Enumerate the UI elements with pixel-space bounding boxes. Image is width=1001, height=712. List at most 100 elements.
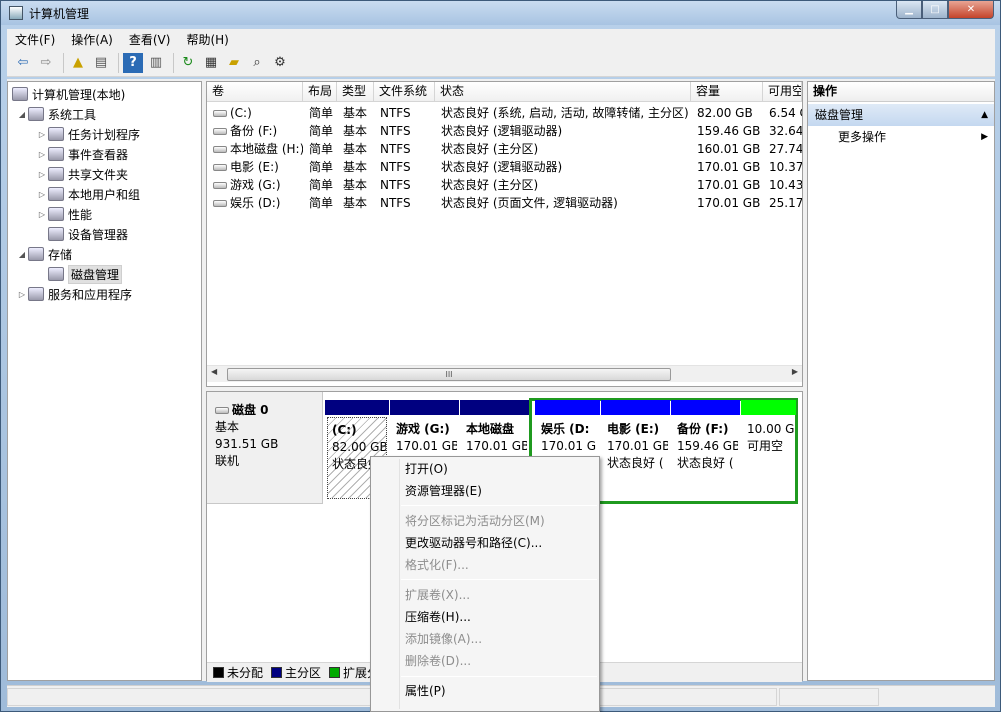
forward-arrow-icon[interactable]: ⇨ — [36, 53, 56, 73]
up-folder-icon[interactable]: ▲ — [68, 53, 88, 73]
drive-icon — [213, 182, 227, 189]
menu-item-change-letter[interactable]: 更改驱动器号和路径(C)... — [405, 532, 542, 554]
navigation-tree: 计算机管理(本地) ◢ 系统工具 ▷ 任务计划程序 ▷ 事件查看器 ▷ 共享文件… — [7, 81, 202, 681]
partition-e[interactable]: 电影 (E:) 170.01 GB 状态良好 ( — [601, 400, 670, 504]
disk-type: 基本 — [215, 420, 240, 434]
collapsed-arrow-icon[interactable]: ▷ — [36, 170, 48, 179]
actions-disk-management[interactable]: 磁盘管理 ▲ — [808, 104, 994, 126]
collapse-up-icon[interactable]: ▲ — [981, 104, 988, 126]
tree-item-performance[interactable]: ▷ 性能 — [36, 204, 92, 224]
tools-icon — [28, 107, 44, 121]
column-header-type[interactable]: 类型 — [337, 82, 374, 102]
menu-item-properties[interactable]: 属性(P) — [405, 680, 446, 702]
actions-header: 操作 — [808, 82, 994, 102]
close-button[interactable]: ✕ — [948, 1, 994, 19]
scrollbar-thumb[interactable]: III — [227, 368, 671, 381]
help-icon[interactable]: ? — [123, 52, 143, 73]
menu-file[interactable]: 文件(F) — [7, 31, 63, 48]
menu-item-mark-active[interactable]: 将分区标记为活动分区(M) — [405, 510, 545, 532]
partition-bar — [390, 400, 459, 415]
disk-0-info[interactable]: 磁盘 0 基本 931.51 GB 联机 — [207, 392, 323, 504]
menu-item-shrink[interactable]: 压缩卷(H)... — [405, 606, 471, 628]
table-row[interactable]: 备份 (F:) 简单 基本 NTFS 状态良好 (逻辑驱动器) 159.46 G… — [207, 122, 802, 140]
scroll-left-icon[interactable]: ◀ — [211, 367, 217, 376]
scroll-right-icon[interactable]: ▶ — [792, 367, 798, 376]
menu-help[interactable]: 帮助(H) — [178, 31, 236, 48]
extended-swatch — [329, 667, 341, 678]
window-title: 计算机管理 — [29, 7, 90, 21]
partition-bar — [671, 400, 740, 415]
table-row[interactable]: 游戏 (G:) 简单 基本 NTFS 状态良好 (主分区) 170.01 GB … — [207, 176, 802, 194]
search-icon[interactable]: ⌕ — [247, 53, 267, 73]
services-icon — [28, 287, 44, 301]
horizontal-scrollbar[interactable]: ◀ III ▶ — [207, 365, 802, 382]
tree-item-services-apps[interactable]: ▷ 服务和应用程序 — [16, 284, 132, 304]
tree-item-local-users[interactable]: ▷ 本地用户和组 — [36, 184, 140, 204]
tree-item-shared-folders[interactable]: ▷ 共享文件夹 — [36, 164, 128, 184]
tree-item-disk-management[interactable]: 磁盘管理 — [48, 264, 123, 284]
tree-item-storage[interactable]: ◢ 存储 — [16, 244, 72, 264]
more-actions[interactable]: 更多操作 ▶ — [808, 126, 994, 148]
column-header-filesystem[interactable]: 文件系统 — [374, 82, 435, 102]
menu-action[interactable]: 操作(A) — [63, 31, 121, 48]
menu-item-extend[interactable]: 扩展卷(X)... — [405, 584, 470, 606]
tree-item-system-tools[interactable]: ◢ 系统工具 — [16, 104, 96, 124]
drive-icon — [213, 200, 227, 207]
disk-size: 931.51 GB — [215, 437, 279, 451]
tree-item-root[interactable]: 计算机管理(本地) — [12, 84, 125, 104]
drive-icon — [213, 110, 227, 117]
show-action-pane-icon[interactable]: ▥ — [146, 53, 166, 73]
collapsed-arrow-icon[interactable]: ▷ — [36, 190, 48, 199]
column-header-status[interactable]: 状态 — [435, 82, 691, 102]
collapsed-arrow-icon[interactable]: ▷ — [36, 150, 48, 159]
partition-bar — [535, 400, 600, 415]
partition-free-space[interactable]: 10.00 G 可用空 — [741, 400, 796, 504]
collapsed-arrow-icon[interactable]: ▷ — [16, 290, 28, 299]
collapsed-arrow-icon[interactable]: ▷ — [36, 210, 48, 219]
actions-pane: 操作 磁盘管理 ▲ 更多操作 ▶ — [807, 81, 995, 681]
table-row[interactable]: (C:) 简单 基本 NTFS 状态良好 (系统, 启动, 活动, 故障转储, … — [207, 104, 802, 122]
table-row[interactable]: 本地磁盘 (H:) 简单 基本 NTFS 状态良好 (主分区) 160.01 G… — [207, 140, 802, 158]
drive-icon — [213, 164, 227, 171]
table-row[interactable]: 娱乐 (D:) 简单 基本 NTFS 状态良好 (页面文件, 逻辑驱动器) 17… — [207, 194, 802, 212]
open-folder-icon[interactable]: ▰ — [224, 53, 244, 73]
maximize-button[interactable]: □ — [922, 1, 948, 19]
partition-f[interactable]: 备份 (F:) 159.46 GB 状态良好 ( — [671, 400, 740, 504]
computer-icon — [12, 87, 28, 101]
menu-item-format[interactable]: 格式化(F)... — [405, 554, 469, 576]
column-header-capacity[interactable]: 容量 — [691, 82, 763, 102]
drive-icon — [213, 128, 227, 135]
show-tree-icon[interactable]: ▤ — [91, 53, 111, 73]
tree-item-event-viewer[interactable]: ▷ 事件查看器 — [36, 144, 128, 164]
menu-item-explorer[interactable]: 资源管理器(E) — [405, 480, 482, 502]
menu-item-open[interactable]: 打开(O) — [405, 458, 448, 480]
refresh-icon[interactable]: ↻ — [178, 53, 198, 73]
column-header-layout[interactable]: 布局 — [303, 82, 337, 102]
properties-icon[interactable]: ▦ — [201, 53, 221, 73]
settings-icon[interactable]: ⚙ — [270, 53, 290, 73]
menu-bar: 文件(F) 操作(A) 查看(V) 帮助(H) — [7, 29, 995, 49]
column-header-free[interactable]: 可用空 — [763, 82, 802, 102]
event-viewer-icon — [48, 147, 64, 161]
partition-bar — [325, 400, 389, 415]
volume-list: 卷 布局 类型 文件系统 状态 容量 可用空 (C:) 简单 基本 NTFS 状… — [206, 81, 803, 387]
collapsed-arrow-icon[interactable]: ▷ — [36, 130, 48, 139]
partition-bar — [741, 400, 796, 415]
menu-item-delete[interactable]: 删除卷(D)... — [405, 650, 471, 672]
column-header-volume[interactable]: 卷 — [207, 82, 303, 102]
tree-item-device-manager[interactable]: 设备管理器 — [48, 224, 128, 244]
disk-state: 联机 — [215, 454, 240, 468]
expanded-arrow-icon[interactable]: ◢ — [16, 110, 28, 119]
menu-view[interactable]: 查看(V) — [121, 31, 179, 48]
minimize-button[interactable]: ▁ — [896, 1, 922, 19]
menu-item-add-mirror[interactable]: 添加镜像(A)... — [405, 628, 482, 650]
partition-bar — [601, 400, 670, 415]
title-bar: 计算机管理 ▁ □ ✕ — [1, 1, 1000, 25]
tree-item-task-scheduler[interactable]: ▷ 任务计划程序 — [36, 124, 140, 144]
expanded-arrow-icon[interactable]: ◢ — [16, 250, 28, 259]
disk-name: 磁盘 0 — [232, 403, 269, 417]
table-row[interactable]: 电影 (E:) 简单 基本 NTFS 状态良好 (逻辑驱动器) 170.01 G… — [207, 158, 802, 176]
unallocated-swatch — [213, 667, 224, 678]
computer-management-icon — [9, 6, 23, 20]
back-arrow-icon[interactable]: ⇦ — [13, 53, 33, 73]
